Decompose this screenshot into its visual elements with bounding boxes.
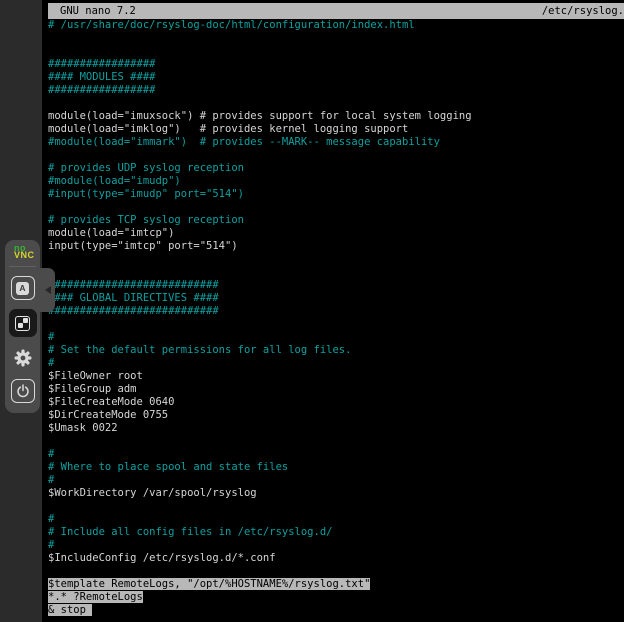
settings-button[interactable] (11, 346, 35, 370)
editor-line: # provides UDP syslog reception (48, 162, 624, 175)
editor-line: $IncludeConfig /etc/rsyslog.d/*.conf (48, 552, 624, 565)
terminal-screen[interactable]: GNU nano 7.2 /etc/rsyslog. # /usr/share/… (42, 0, 624, 622)
editor-line: #### GLOBAL DIRECTIVES #### (48, 292, 624, 305)
nano-version-label: GNU nano 7.2 (48, 3, 136, 19)
editor-line: # (48, 357, 624, 370)
editor-line: $FileCreateMode 0640 (48, 396, 624, 409)
nano-filename-label: /etc/rsyslog. (542, 3, 624, 19)
editor-line: #module(load="immark") # provides --MARK… (48, 136, 624, 149)
editor-line: $Umask 0022 (48, 422, 624, 435)
fullscreen-button[interactable] (9, 309, 37, 337)
editor-line (48, 266, 624, 279)
editor-line (48, 565, 624, 578)
editor-line: # (48, 474, 624, 487)
editor-line: $template RemoteLogs, "/opt/%HOSTNAME%/r… (48, 578, 624, 591)
editor-line: ########################### (48, 279, 624, 292)
editor-line (48, 201, 624, 214)
editor-line: input(type="imtcp" port="514") (48, 240, 624, 253)
keyboard-button[interactable]: A (11, 276, 35, 300)
editor-line (48, 97, 624, 110)
power-icon (16, 384, 30, 398)
editor-line (48, 435, 624, 448)
editor-line: # Where to place spool and state files (48, 461, 624, 474)
novnc-logo-vnc: VNC (14, 252, 35, 259)
editor-line (48, 45, 624, 58)
fullscreen-icon (15, 316, 30, 331)
editor-line: $WorkDirectory /var/spool/rsyslog (48, 487, 624, 500)
power-button[interactable] (11, 379, 35, 403)
editor-line: #### MODULES #### (48, 71, 624, 84)
nano-titlebar: GNU nano 7.2 /etc/rsyslog. (48, 3, 624, 19)
editor-line: $DirCreateMode 0755 (48, 409, 624, 422)
editor-line: module(load="imklog") # provides kernel … (48, 123, 624, 136)
editor-line: $FileGroup adm (48, 383, 624, 396)
toolbar-buttons: A (9, 276, 37, 403)
editor-line: *.* ?RemoteLogs (48, 591, 624, 604)
editor-line (48, 318, 624, 331)
editor-line: # Include all config files in /etc/rsysl… (48, 526, 624, 539)
toolbar-divider (9, 266, 36, 267)
editor-line: & stop (48, 604, 624, 617)
editor-line: # (48, 448, 624, 461)
toolbar-collapse-handle[interactable] (40, 268, 55, 312)
editor-line: ########################### (48, 305, 624, 318)
novnc-logo: no VNC (14, 245, 35, 259)
editor-line: #module(load="imudp") (48, 175, 624, 188)
keyboard-key-icon: A (16, 282, 29, 295)
editor-line (48, 253, 624, 266)
editor-line: #input(type="imudp" port="514") (48, 188, 624, 201)
editor-line: ################# (48, 58, 624, 71)
editor-content[interactable]: # /usr/share/doc/rsyslog-doc/html/config… (48, 19, 624, 622)
editor-line: module(load="imtcp") (48, 227, 624, 240)
editor-line: ################# (48, 84, 624, 97)
gear-icon (13, 348, 33, 368)
editor-line: # /usr/share/doc/rsyslog-doc/html/config… (48, 19, 624, 32)
vnc-toolbar-panel: no VNC A (5, 240, 40, 413)
editor-line: # provides TCP syslog reception (48, 214, 624, 227)
editor-line: module(load="imuxsock") # provides suppo… (48, 110, 624, 123)
chevron-left-icon (45, 286, 51, 294)
editor-line: $FileOwner root (48, 370, 624, 383)
editor-line (48, 149, 624, 162)
editor-line: # (48, 539, 624, 552)
editor-line (48, 500, 624, 513)
editor-line (48, 32, 624, 45)
editor-line: # Set the default permissions for all lo… (48, 344, 624, 357)
editor-line: # (48, 331, 624, 344)
editor-line: # (48, 513, 624, 526)
